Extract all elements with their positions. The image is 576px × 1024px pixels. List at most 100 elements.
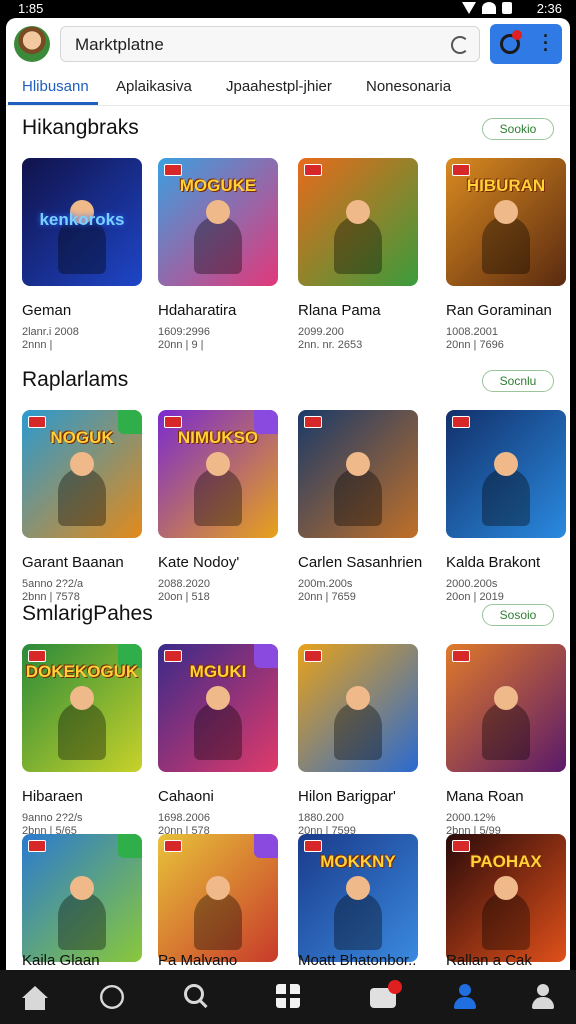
game-name: Hdaharatira	[158, 302, 237, 319]
corner-badge-icon	[254, 834, 278, 858]
account-icon[interactable]	[454, 984, 476, 1010]
tab-4[interactable]: Nonesonaria	[366, 78, 451, 95]
character-art	[58, 876, 106, 950]
new-badge-icon	[304, 650, 322, 662]
game-thumbnail[interactable]: MOKKNY	[298, 834, 418, 962]
game-thumbnail[interactable]: DOKEKOGUK	[22, 644, 142, 772]
tab-3[interactable]: Jpaahestpl-jhier	[226, 78, 332, 95]
game-meta-line-2: 2nnn |	[22, 339, 53, 351]
game-card[interactable]: HIBURAN Ran Goraminan 1008.2001 20nn | 7696	[446, 158, 570, 358]
refresh-icon[interactable]	[451, 36, 469, 54]
new-badge-icon	[452, 416, 470, 428]
game-thumbnail[interactable]	[298, 644, 418, 772]
game-name: Kaila Glaan	[22, 952, 100, 969]
game-thumbnail[interactable]: PAOHAX	[446, 834, 566, 962]
character-art	[334, 452, 382, 526]
game-thumbnail[interactable]: HIBURAN	[446, 158, 566, 286]
game-thumbnail[interactable]	[446, 644, 566, 772]
character-art	[482, 686, 530, 760]
game-name: Moatt Bhatonbor..	[298, 952, 417, 969]
game-card[interactable]: Kaila Glaan	[22, 834, 146, 970]
game-meta-line-1: 1008.2001	[446, 326, 498, 338]
character-art	[334, 200, 382, 274]
bottom-nav	[0, 970, 576, 1024]
game-thumbnail[interactable]	[298, 158, 418, 286]
profile-icon[interactable]	[532, 984, 554, 1010]
game-card[interactable]: NIMUKSO Kate Nodoy' 2088.2020 20on | 518	[158, 410, 282, 610]
character-art	[482, 200, 530, 274]
game-thumbnail[interactable]: kenkoroks	[22, 158, 142, 286]
home-icon[interactable]	[22, 986, 48, 998]
game-meta-line-1: 1698.2006	[158, 812, 210, 824]
game-meta-line-2: 20nn | 7659	[298, 591, 356, 603]
game-card[interactable]: MOGUKE Hdaharatira 1609:2996 20nn | 9 |	[158, 158, 282, 358]
new-badge-icon	[452, 164, 470, 176]
character-art	[194, 686, 242, 760]
add-icon[interactable]	[276, 984, 300, 1008]
section-title: SmlarigPahes	[22, 602, 153, 625]
thumbnail-art-text: NIMUKSO	[177, 428, 259, 447]
game-card[interactable]: Pa Malvano	[158, 834, 282, 970]
action-button[interactable]: · · ·	[490, 24, 562, 64]
game-name: Mana Roan	[446, 788, 524, 805]
thumbnail-art-text: DOKEKOGUK	[25, 662, 139, 681]
character-art	[58, 452, 106, 526]
game-card[interactable]: Carlen Sasanhrien 200m.200s 20nn | 7659	[298, 410, 422, 610]
game-name: Hilon Barigpar'	[298, 788, 396, 805]
section-see-all-button[interactable]: Sookio	[482, 118, 554, 140]
game-thumbnail[interactable]	[446, 410, 566, 538]
section-see-all-button[interactable]: Socnlu	[482, 370, 554, 392]
game-name: Carlen Sasanhrien	[298, 554, 423, 571]
thumbnail-art-text: HIBURAN	[466, 176, 546, 195]
game-card[interactable]: MOKKNY Moatt Bhatonbor..	[298, 834, 422, 970]
search-bar[interactable]: Marktplatne	[60, 26, 480, 62]
game-meta-line-2: 20nn | 7696	[446, 339, 504, 351]
game-name: Hibaraen	[22, 788, 83, 805]
game-thumbnail[interactable]	[158, 834, 278, 962]
game-thumbnail[interactable]: MOGUKE	[158, 158, 278, 286]
more-vert-icon[interactable]: · · ·	[542, 27, 550, 59]
game-card[interactable]: PAOHAX Rallan a Cak	[446, 834, 570, 970]
game-card[interactable]: MGUKI Cahaoni 1698.2006 20nn | 578	[158, 644, 282, 844]
character-art	[58, 686, 106, 760]
apps-icon[interactable]	[100, 985, 124, 1009]
status-time-right: 2:36	[536, 1, 562, 16]
tab-2[interactable]: Aplaikasiva	[116, 78, 192, 95]
game-meta-line-2: 20on | 2019	[446, 591, 504, 603]
game-thumbnail[interactable]: NOGUK	[22, 410, 142, 538]
category-tabs: Hlibusann Aplaikasiva Jpaahestpl-jhier N…	[6, 70, 570, 106]
section-see-all-button[interactable]: Sosoio	[482, 604, 554, 626]
section-title: Raplarlams	[22, 368, 129, 391]
game-card[interactable]: NOGUK Garant Baanan 5anno 2?2/a 2bnn | 7578	[22, 410, 146, 610]
system-icons	[462, 2, 512, 14]
tab-1[interactable]: Hlibusann	[22, 78, 89, 95]
game-thumbnail[interactable]: MGUKI	[158, 644, 278, 772]
game-card[interactable]: Kalda Brakont 2000.200s 20on | 2019	[446, 410, 570, 610]
game-name: Kalda Brakont	[446, 554, 541, 571]
game-name: Rallan a Cak	[446, 952, 532, 969]
search-title: Marktplatne	[75, 35, 164, 54]
game-name: Geman	[22, 302, 72, 319]
game-card[interactable]: Rlana Pama 2099.200 2nn. nr. 2653	[298, 158, 422, 358]
game-meta-line-2: 2nn. nr. 2653	[298, 339, 363, 351]
corner-badge-icon	[118, 834, 142, 858]
status-bar: 1:85 2:36	[0, 0, 576, 18]
game-card[interactable]: Hilon Barigpar' 1880.200 20nn | 7599	[298, 644, 422, 844]
top-header: Marktplatne · · ·	[6, 18, 570, 70]
game-card[interactable]: DOKEKOGUK Hibaraen 9anno 2?2/s 2bnn | 5/65	[22, 644, 146, 844]
game-thumbnail[interactable]	[22, 834, 142, 962]
game-meta-line-1: 2000.200s	[446, 578, 498, 590]
game-card[interactable]: kenkoroks Geman 2lanr.i 2008 2nnn |	[22, 158, 146, 358]
new-badge-icon	[164, 164, 182, 176]
game-meta-line-1: 2000.12%	[446, 812, 496, 824]
game-thumbnail[interactable]	[298, 410, 418, 538]
game-meta-line-2: 20on | 518	[158, 591, 210, 603]
thumbnail-art-text: MOKKNY	[320, 852, 396, 871]
new-badge-icon	[164, 840, 182, 852]
section-title: Hikangbraks	[22, 116, 139, 139]
game-thumbnail[interactable]: NIMUKSO	[158, 410, 278, 538]
game-name: Garant Baanan	[22, 554, 124, 571]
game-meta-line-1: 1609:2996	[158, 326, 210, 338]
game-card[interactable]: Mana Roan 2000.12% 2bnn | 5/99	[446, 644, 570, 844]
user-avatar[interactable]	[14, 26, 50, 62]
